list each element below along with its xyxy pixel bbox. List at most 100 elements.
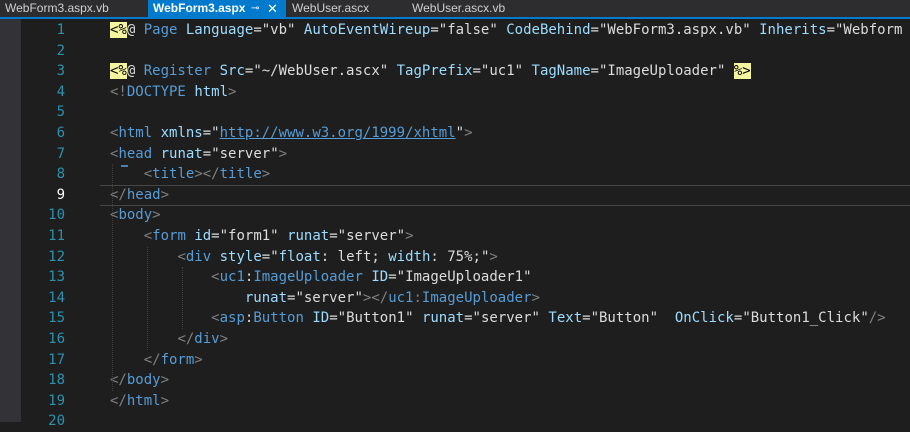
code-token-text: "WebForm3.aspx.vb" xyxy=(598,22,751,38)
code-token-text: "server" xyxy=(337,228,406,244)
close-icon[interactable]: ✕ xyxy=(267,0,278,17)
code-token-text: = xyxy=(590,63,599,80)
line-number: 19 xyxy=(48,392,65,409)
code-line[interactable]: </body> xyxy=(110,370,169,391)
indent-guide xyxy=(147,246,148,350)
code-token-attr: ID xyxy=(312,310,330,327)
line-number: 7 xyxy=(56,145,65,162)
code-token-text: "server" xyxy=(211,145,279,162)
line-number: 5 xyxy=(56,104,65,121)
code-token-text: @ xyxy=(126,63,144,80)
tab-webform3-aspx-vb[interactable]: WebForm3.aspx.vb xyxy=(0,0,150,17)
code-token-tag: div xyxy=(185,248,212,265)
code-token-text: "Button" xyxy=(590,310,658,327)
code-line[interactable]: </head> xyxy=(110,185,169,206)
code-token-text: = xyxy=(430,22,439,38)
code-token-delim: > xyxy=(464,125,473,141)
code-token-attr: Inherits xyxy=(759,22,827,38)
line-number: 15 xyxy=(48,310,65,327)
code-token-delim: < xyxy=(143,228,153,244)
code-line[interactable]: <html xmlns="http://www.w3.org/1999/xhtm… xyxy=(110,123,473,144)
code-token-tag: head xyxy=(126,186,161,203)
code-token-text: left xyxy=(337,248,372,265)
tab-label: WebUser.ascx.vb xyxy=(412,1,506,15)
tab-webuser-ascx[interactable]: WebUser.ascx xyxy=(287,0,407,17)
code-token-text: "uc1" xyxy=(480,63,524,80)
code-token-text: "server" xyxy=(295,289,363,306)
code-line[interactable]: <head runat="server"> xyxy=(110,144,287,165)
code-token-attr: AutoEventWireup xyxy=(303,22,431,38)
code-token-delim: /> xyxy=(868,310,886,327)
code-token-text: = xyxy=(826,22,835,38)
code-token-text: "~/WebUser.ascx" xyxy=(253,63,389,80)
code-line[interactable]: <!DOCTYPE html> xyxy=(110,82,236,103)
code-token-tag: div xyxy=(194,331,220,347)
code-token-attr: runat xyxy=(160,145,203,162)
code-token-attr: TagName xyxy=(531,63,591,80)
code-line[interactable]: <div style="float: left; width: 75%;"> xyxy=(110,247,498,268)
code-editor[interactable]: 1 2 3 4 5 6 7 8 9 10 11 12 13 14 15 16 17 18 19 20 <%@ Page… xyxy=(0,19,910,429)
tab-webform3-aspx[interactable]: WebForm3.aspx ⊸ ✕ xyxy=(148,0,286,17)
tab-label: WebForm3.aspx.vb xyxy=(5,1,109,15)
code-token-text: = xyxy=(472,63,481,80)
line-number-gutter: 1 2 3 4 5 6 7 8 9 10 11 12 13 14 15 16 17 18 19 20 xyxy=(21,19,71,429)
code-token-delim: > xyxy=(489,248,498,265)
code-token-delim: <! xyxy=(110,83,127,100)
code-token-delim: < xyxy=(211,310,220,327)
code-line[interactable]: <body> xyxy=(110,205,161,226)
code-token-attr: runat xyxy=(421,310,465,327)
code-line[interactable]: <form id="form1" runat="server"> xyxy=(110,226,414,247)
code-token-attr: float xyxy=(278,248,321,265)
code-token-tag: uc1 xyxy=(388,289,414,306)
code-token-tag: html xyxy=(126,392,161,409)
code-token-delim: </ xyxy=(177,331,195,347)
code-token-delim: < xyxy=(143,166,153,183)
code-line[interactable]: </div> xyxy=(110,329,228,350)
code-line[interactable]: <%@ Register Src = "~/WebUser.ascx" TagPre… xyxy=(110,61,751,82)
code-token-attr: TagPrefix xyxy=(396,63,473,80)
code-line[interactable]: </html> xyxy=(110,391,169,412)
code-token-dir-hl: <% xyxy=(110,22,127,38)
code-line[interactable]: runat="server"></uc1:ImageUploader> xyxy=(110,288,540,309)
code-token-text: = xyxy=(253,22,262,38)
line-number: 18 xyxy=(48,372,65,389)
code-token-delim: > xyxy=(405,228,414,244)
indent-guide xyxy=(112,164,113,391)
line-number: 10 xyxy=(48,207,65,224)
code-line[interactable]: <title></title> xyxy=(110,164,270,185)
code-line[interactable]: <asp:Button ID="Button1" runat="server" … xyxy=(110,308,886,329)
code-token-attr: Text xyxy=(548,310,583,327)
code-line[interactable]: <%@ Page Language="vb" AutoEventWireup="… xyxy=(110,20,902,41)
code-token-attr: runat xyxy=(287,228,330,244)
code-line[interactable]: <uc1:ImageUploader ID="ImageUploader1" xyxy=(110,267,531,288)
code-token-dir-name: Page xyxy=(143,22,178,38)
code-token-tag: ImageUploader xyxy=(421,289,532,306)
tab-webuser-ascx-vb[interactable]: WebUser.ascx.vb xyxy=(407,0,547,17)
code-token-tag: asp xyxy=(219,310,245,327)
code-token-text: "ImageUploader" xyxy=(598,63,726,80)
code-token-dir-hl: %> xyxy=(733,63,751,80)
code-token-text: ; xyxy=(371,248,389,265)
pin-icon[interactable]: ⊸ xyxy=(251,0,259,17)
code-token-tag: Button xyxy=(253,310,304,327)
code-token-attr: Language xyxy=(185,22,254,38)
code-token-text: " xyxy=(270,248,279,265)
code-token-tag: head xyxy=(118,145,153,162)
code-token-delim: </ xyxy=(110,392,127,409)
code-token-url[interactable]: http://www.w3.org/1999/xhtml xyxy=(220,125,456,141)
code-token-text: "form1" xyxy=(219,228,279,244)
line-number: 8 xyxy=(56,166,65,183)
code-token-delim: > xyxy=(531,289,540,306)
code-line[interactable]: </form> xyxy=(110,350,203,371)
code-token-attr: ID xyxy=(371,269,389,286)
